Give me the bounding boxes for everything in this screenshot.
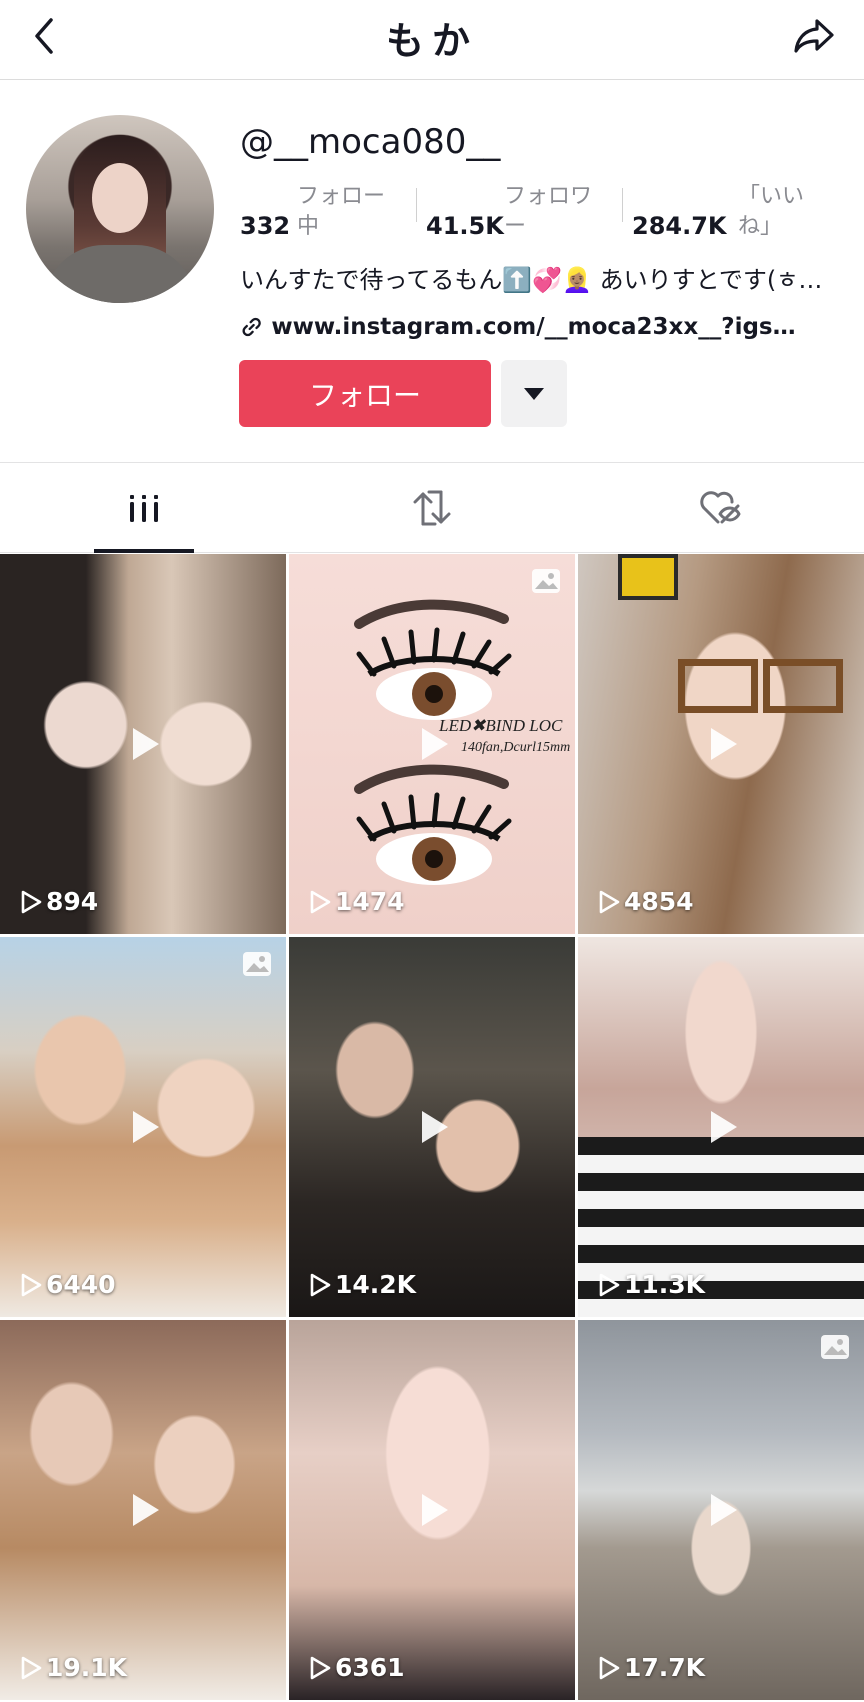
- view-count-text: 1474: [335, 887, 405, 916]
- video-tile[interactable]: 6440: [0, 937, 286, 1317]
- suggested-accounts-button[interactable]: [501, 360, 567, 427]
- tab-liked[interactable]: [576, 463, 864, 553]
- view-count-text: 19.1K: [46, 1653, 128, 1682]
- overlay-subtext: 140fan,Dcurl15mm: [461, 740, 571, 755]
- view-count: 6440: [20, 1270, 116, 1299]
- link-icon: [242, 317, 261, 337]
- stat-value: 332: [240, 212, 291, 240]
- video-tile[interactable]: 19.1K: [0, 1320, 286, 1700]
- repost-icon: [413, 490, 451, 526]
- page-title: もか: [385, 19, 478, 63]
- view-count-text: 17.7K: [624, 1653, 706, 1682]
- stat-likes[interactable]: 「いい ね」 284.7K: [632, 182, 832, 242]
- view-count-text: 14.2K: [335, 1270, 417, 1299]
- stat-divider: [622, 188, 623, 222]
- share-button[interactable]: [790, 14, 838, 58]
- tab-videos[interactable]: [0, 463, 288, 553]
- profile-tabs: [0, 463, 864, 553]
- view-count: 19.1K: [20, 1653, 127, 1682]
- play-outline-icon: [599, 1273, 620, 1296]
- photo-badge-icon: [821, 1335, 849, 1359]
- view-count-text: 6440: [46, 1270, 116, 1299]
- photo-badge-icon: [243, 952, 271, 976]
- play-outline-icon: [310, 890, 331, 913]
- follow-button[interactable]: フォロー: [239, 360, 491, 427]
- play-icon: [422, 728, 448, 760]
- play-outline-icon: [21, 1273, 42, 1296]
- avatar[interactable]: [26, 115, 214, 303]
- active-tab-indicator: [94, 549, 194, 553]
- play-outline-icon: [599, 890, 620, 913]
- video-tile[interactable]: 4854: [578, 554, 864, 934]
- play-icon: [711, 1111, 737, 1143]
- play-icon: [711, 1494, 737, 1526]
- profile-header: もか: [0, 0, 864, 80]
- username: @__moca080__: [240, 122, 501, 162]
- view-count-text: 4854: [624, 887, 694, 916]
- pixel-glasses-sticker: [763, 659, 843, 713]
- video-tile[interactable]: 6361: [289, 1320, 575, 1700]
- play-outline-icon: [599, 1656, 620, 1679]
- stat-following[interactable]: フォロー 中 332: [240, 182, 410, 242]
- play-icon: [133, 1111, 159, 1143]
- play-icon: [422, 1494, 448, 1526]
- tab-reposts[interactable]: [288, 463, 576, 553]
- bio-text[interactable]: いんすたで待ってるもん⬆️💞👱🏽‍♀️ あいりすとです(ㅎ…: [240, 260, 840, 295]
- share-icon: [794, 19, 834, 53]
- view-count: 6361: [309, 1653, 405, 1682]
- liked-hidden-icon: [700, 491, 741, 524]
- stat-divider: [416, 188, 417, 222]
- view-count-text: 11.3K: [624, 1270, 706, 1299]
- play-outline-icon: [310, 1273, 331, 1296]
- play-icon: [422, 1111, 448, 1143]
- stat-followers[interactable]: フォロワ ー 41.5K: [426, 182, 622, 242]
- video-tile[interactable]: 11.3K: [578, 937, 864, 1317]
- video-tile[interactable]: 17.7K: [578, 1320, 864, 1700]
- video-grid: 894 LED✖BIND LOC 140fan,Dcurl15mm 1474 4…: [0, 554, 864, 1702]
- view-count-text: 894: [46, 887, 99, 916]
- stat-value: 41.5K: [426, 212, 504, 240]
- grid-icon: [130, 495, 158, 522]
- view-count: 1474: [309, 887, 405, 916]
- play-outline-icon: [310, 1656, 331, 1679]
- stat-label: フォロワ ー: [504, 184, 593, 239]
- view-count-text: 6361: [335, 1653, 405, 1682]
- link-text[interactable]: www.instagram.com/__moca23xx__?igsh...: [271, 314, 800, 340]
- profile-link[interactable]: www.instagram.com/__moca23xx__?igsh...: [240, 312, 800, 342]
- view-count: 4854: [598, 887, 694, 916]
- caret-down-icon: [524, 387, 544, 400]
- play-outline-icon: [21, 1656, 42, 1679]
- overlay-text: LED✖BIND LOC: [439, 716, 563, 735]
- photo-badge-icon: [532, 569, 560, 593]
- video-tile[interactable]: 894: [0, 554, 286, 934]
- pixel-glasses-sticker: [678, 659, 758, 713]
- video-tile[interactable]: 14.2K: [289, 937, 575, 1317]
- view-count: 894: [20, 887, 98, 916]
- play-icon: [711, 728, 737, 760]
- stat-label: フォロー 中: [297, 184, 386, 239]
- stat-label: 「いい ね」: [738, 184, 805, 239]
- view-count: 11.3K: [598, 1270, 705, 1299]
- video-tile[interactable]: LED✖BIND LOC 140fan,Dcurl15mm 1474: [289, 554, 575, 934]
- pixel-ear-sticker: [618, 554, 678, 600]
- play-outline-icon: [21, 890, 42, 913]
- play-icon: [133, 728, 159, 760]
- profile-stats: フォロー 中 332 フォロワ ー 41.5K 「いい ね」 284.7K: [240, 182, 840, 242]
- play-icon: [133, 1494, 159, 1526]
- stat-value: 284.7K: [632, 212, 727, 240]
- view-count: 17.7K: [598, 1653, 705, 1682]
- view-count: 14.2K: [309, 1270, 416, 1299]
